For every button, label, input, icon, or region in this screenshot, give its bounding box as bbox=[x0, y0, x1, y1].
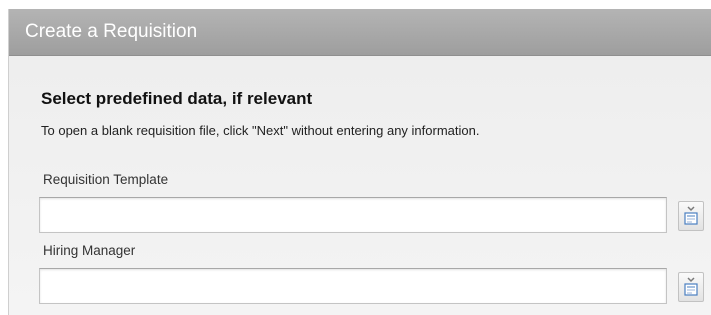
panel-body: Select predefined data, if relevant To o… bbox=[9, 56, 711, 315]
selector-list-icon bbox=[679, 202, 703, 230]
requisition-template-picker-button[interactable] bbox=[678, 201, 704, 231]
panel-title: Create a Requisition bbox=[25, 21, 198, 42]
selector-list-icon bbox=[679, 273, 703, 301]
requisition-template-input[interactable] bbox=[39, 197, 667, 233]
requisition-panel: Create a Requisition Select predefined d… bbox=[8, 9, 711, 315]
hiring-manager-input[interactable] bbox=[39, 268, 667, 304]
section-title: Select predefined data, if relevant bbox=[41, 89, 313, 108]
hiring-manager-picker-button[interactable] bbox=[678, 272, 704, 302]
hiring-manager-label: Hiring Manager bbox=[43, 243, 136, 258]
panel-header: Create a Requisition bbox=[9, 9, 711, 56]
instructions-text: To open a blank requisition file, click … bbox=[41, 123, 480, 138]
requisition-template-label: Requisition Template bbox=[43, 172, 169, 187]
